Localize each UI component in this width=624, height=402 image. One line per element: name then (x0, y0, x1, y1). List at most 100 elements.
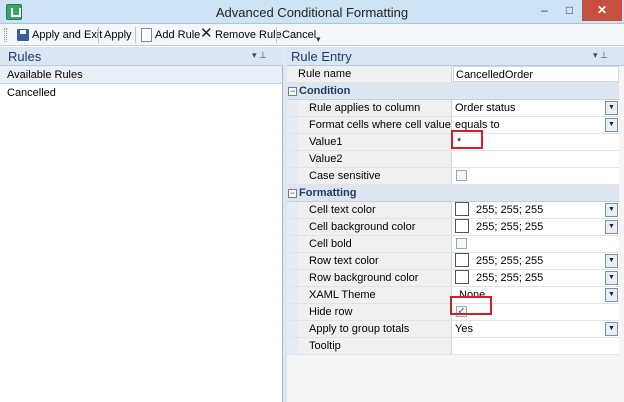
property-value-cell[interactable]: Yes (453, 321, 619, 337)
property-value-cell[interactable]: 255; 255; 255 (453, 270, 619, 286)
rule-name-value-cell[interactable]: CancelledOrder (453, 66, 619, 82)
property-label-cell: Tooltip (299, 338, 452, 354)
property-value: 255; 255; 255 (476, 221, 544, 233)
rule-name-input[interactable]: CancelledOrder (453, 66, 619, 82)
close-button[interactable]: ✕ (582, 0, 622, 21)
property-row: Rule applies to column Order status ▼ (287, 100, 619, 117)
dropdown-arrow-icon[interactable]: ▼ (605, 254, 618, 268)
case-sensitive-checkbox[interactable] (456, 170, 467, 181)
value2-input[interactable] (453, 151, 619, 167)
hide-row-highlight (450, 296, 492, 315)
save-icon (17, 29, 29, 41)
property-value-cell[interactable]: 255; 255; 255 (453, 202, 619, 218)
property-row: Row text color 255; 255; 255 ▼ (287, 253, 619, 270)
toolbar-separator (276, 27, 277, 43)
property-value-cell[interactable]: 255; 255; 255 (453, 253, 619, 269)
property-label: XAML Theme (309, 289, 376, 301)
property-value: 255; 255; 255 (476, 272, 544, 284)
rule-entry-pane-pin-icon[interactable]: ▾ ⊥ (593, 50, 608, 61)
property-label: Row text color (309, 255, 379, 267)
tooltip-input[interactable] (453, 338, 619, 354)
row-indent (287, 338, 299, 354)
condition-category[interactable]: − Condition (287, 83, 619, 100)
toolbar-overflow-icon[interactable]: ▾ (316, 34, 321, 45)
property-label-cell: Apply to group totals (299, 321, 452, 337)
property-value-cell (453, 236, 619, 252)
property-label: Cell text color (309, 204, 376, 216)
property-label: Hide row (309, 306, 353, 318)
property-label: Rule applies to column (309, 102, 421, 114)
property-value: Order status (455, 102, 516, 114)
minimize-button[interactable]: – (532, 0, 557, 21)
property-label: Apply to group totals (309, 323, 410, 335)
property-label-cell: XAML Theme (299, 287, 452, 303)
apply-and-exit-button[interactable]: Apply and Exit (32, 28, 102, 42)
color-swatch (455, 270, 469, 284)
maximize-button[interactable]: □ (557, 0, 582, 21)
property-row: Tooltip (287, 338, 619, 355)
toolbar: Apply and Exit Apply Add Rule ✕ Remove R… (0, 24, 624, 46)
property-grid: Rule name CancelledOrder − Condition Rul… (287, 66, 624, 402)
property-label-cell: Hide row (299, 304, 452, 320)
property-label: Value1 (309, 136, 343, 148)
row-indent (287, 151, 299, 167)
rule-name-row: Rule name CancelledOrder (287, 66, 619, 83)
rules-pane-header: Rules ▾ ⊥ (0, 47, 283, 66)
condition-category-label: Condition (299, 85, 351, 97)
collapse-icon[interactable]: − (288, 87, 297, 96)
property-label: Cell bold (309, 238, 352, 250)
property-value-cell[interactable]: Order status (453, 100, 619, 116)
property-label-cell: Format cells where cell value (299, 117, 452, 133)
rule-list-item[interactable]: Cancelled (0, 85, 282, 102)
row-indent (287, 287, 299, 303)
property-label: Format cells where cell value (309, 119, 451, 131)
dropdown-arrow-icon[interactable]: ▼ (605, 322, 618, 336)
property-label-cell: Cell bold (299, 236, 452, 252)
dropdown-arrow-icon[interactable]: ▼ (605, 118, 618, 132)
rule-name-value: CancelledOrder (456, 69, 534, 81)
row-indent (287, 270, 299, 286)
dropdown-arrow-icon[interactable]: ▼ (605, 271, 618, 285)
property-label: Tooltip (309, 340, 341, 352)
property-value: 255; 255; 255 (476, 255, 544, 267)
rule-entry-pane-title: Rule Entry (291, 49, 352, 64)
property-row: Cell text color 255; 255; 255 ▼ (287, 202, 619, 219)
property-row: Cell bold (287, 236, 619, 253)
row-indent (287, 253, 299, 269)
row-indent (287, 168, 299, 184)
add-rule-icon (141, 28, 152, 42)
dropdown-arrow-icon[interactable]: ▼ (605, 101, 618, 115)
property-row: Value2 (287, 151, 619, 168)
dropdown-arrow-icon[interactable]: ▼ (605, 203, 618, 217)
property-value: 255; 255; 255 (476, 204, 544, 216)
toolbar-grip[interactable] (4, 28, 7, 42)
cancel-button[interactable]: Cancel (282, 28, 316, 42)
row-indent (287, 100, 299, 116)
dropdown-arrow-icon[interactable]: ▼ (605, 288, 618, 302)
property-value-cell (453, 168, 619, 184)
remove-rule-icon: ✕ (200, 25, 213, 42)
property-label-cell: Row background color (299, 270, 452, 286)
apply-button[interactable]: Apply (104, 28, 132, 42)
add-rule-button[interactable]: Add Rule (155, 28, 200, 42)
property-label-cell: Case sensitive (299, 168, 452, 184)
available-rules-label: Available Rules (7, 69, 83, 81)
rule-name-label-cell: Rule name (287, 66, 452, 82)
formatting-category[interactable]: − Formatting (287, 185, 619, 202)
row-indent (287, 236, 299, 252)
row-indent (287, 219, 299, 235)
formatting-category-label: Formatting (299, 187, 357, 199)
title-bar: Advanced Conditional Formatting – □ ✕ (0, 0, 624, 24)
property-label: Value2 (309, 153, 343, 165)
row-indent (287, 304, 299, 320)
collapse-icon[interactable]: − (288, 189, 297, 198)
rule-name-label: Rule name (298, 68, 352, 80)
rule-entry-pane-header: Rule Entry ▾ ⊥ (287, 47, 624, 66)
remove-rule-button[interactable]: Remove Rule (215, 28, 282, 42)
property-label-cell: Value2 (299, 151, 452, 167)
property-value-cell[interactable]: 255; 255; 255 (453, 219, 619, 235)
dropdown-arrow-icon[interactable]: ▼ (605, 220, 618, 234)
property-label: Cell background color (309, 221, 416, 233)
cell-bold-checkbox[interactable] (456, 238, 467, 249)
rules-pane-pin-icon[interactable]: ▾ ⊥ (252, 50, 267, 61)
